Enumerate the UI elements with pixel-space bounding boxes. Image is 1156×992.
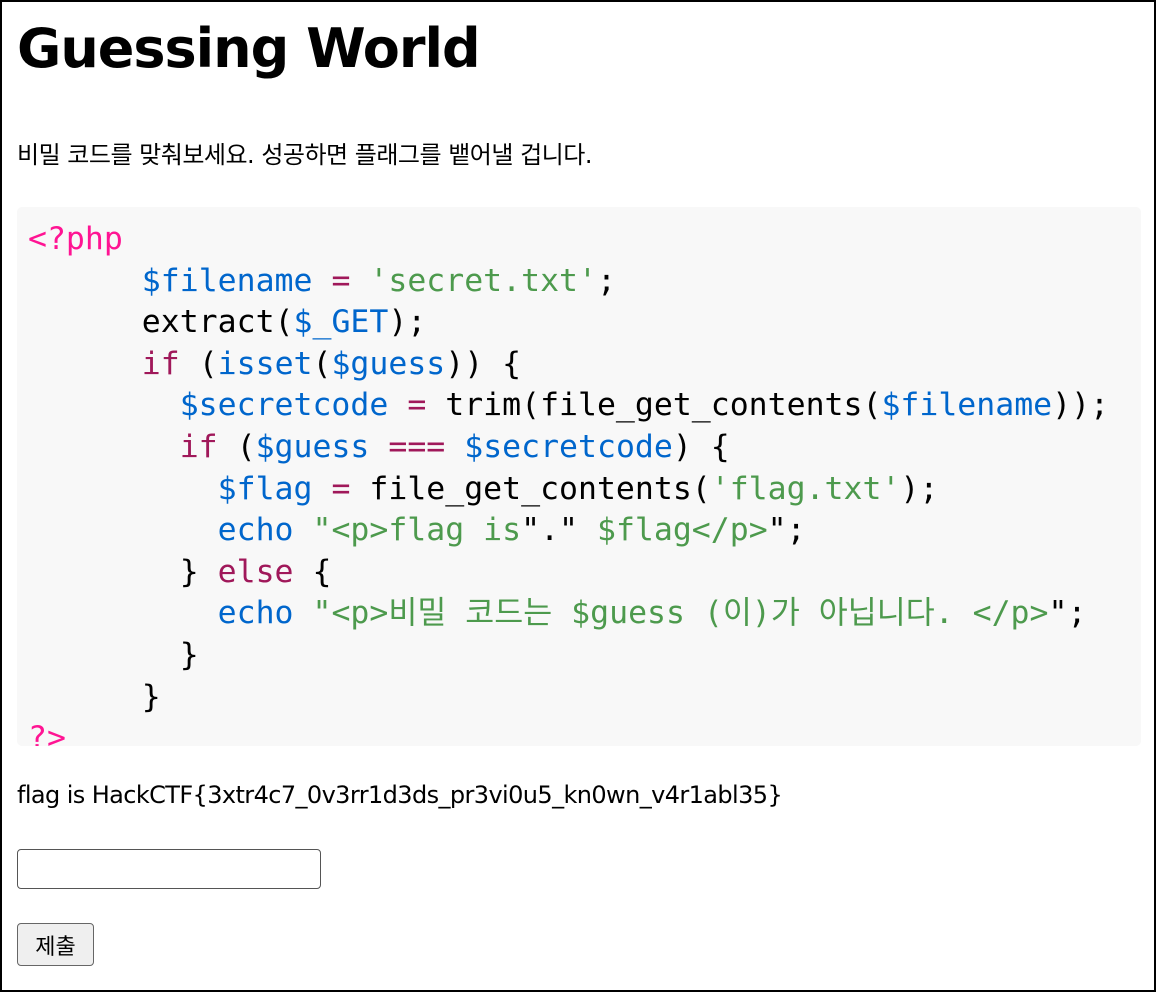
submit-button[interactable]: 제출 (17, 923, 94, 966)
code-line-12: } (28, 678, 161, 715)
page-title: Guessing World (17, 17, 481, 80)
code-line-10: echo "<p>비밀 코드는 $guess (이)가 아닙니다. </p>"; (217, 595, 1087, 632)
code-line-8: echo "<p>flag is"." $flag</p>"; (217, 512, 806, 549)
code-line-3: extract($_GET); (28, 304, 427, 341)
code-line-9: } else { (28, 553, 332, 590)
php-source-code: <?php $filename = 'secret.txt'; extract(… (28, 219, 1109, 746)
code-line-6: if ($guess === $secretcode) { (179, 428, 730, 465)
code-line-5: $secretcode = trim(file_get_contents($fi… (179, 387, 1110, 424)
code-line-13: ?> (28, 720, 66, 746)
guess-input[interactable] (17, 849, 321, 889)
page-frame: Guessing World 비밀 코드를 맞춰보세요. 성공하면 플래그를 뱉… (0, 0, 1156, 992)
code-line-1: <?php (28, 221, 123, 257)
code-line-4: if (isset($guess)) { (141, 345, 522, 382)
code-line-2: $filename = 'secret.txt'; (141, 262, 616, 299)
source-code-block: <?php $filename = 'secret.txt'; extract(… (17, 207, 1141, 746)
page-description: 비밀 코드를 맞춰보세요. 성공하면 플래그를 뱉어낼 겁니다. (17, 141, 592, 169)
code-line-7: $flag = file_get_contents('flag.txt'); (217, 470, 939, 507)
flag-result-text: flag is HackCTF{3xtr4c7_0v3rr1d3ds_pr3vi… (17, 781, 783, 809)
code-line-11: } (28, 636, 199, 673)
